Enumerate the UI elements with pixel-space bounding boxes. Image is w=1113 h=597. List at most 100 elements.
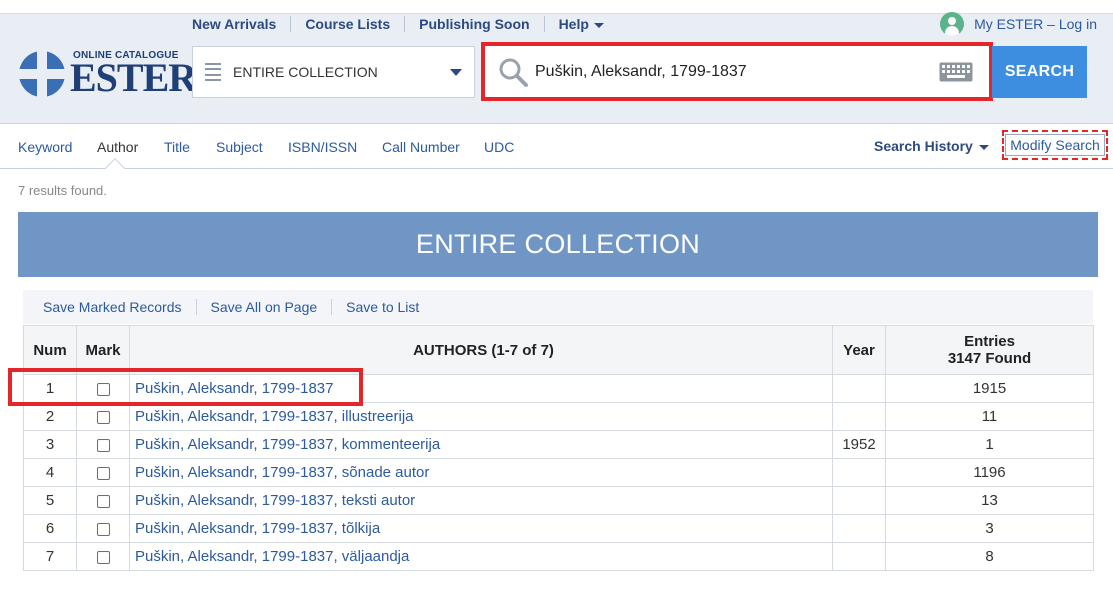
entries-found-count: 3147 Found <box>947 350 1032 367</box>
entries-cell: 11 <box>885 402 1094 431</box>
tab-title[interactable]: Title <box>164 139 190 155</box>
chevron-down-icon <box>450 68 462 76</box>
chevron-down-icon <box>593 22 604 28</box>
mark-cell <box>76 402 130 431</box>
mark-checkbox[interactable] <box>96 550 110 564</box>
logo-title: ESTER <box>70 55 197 100</box>
table-row: 4 Puškin, Aleksandr, 1799-1837, sõnade a… <box>23 458 1094 487</box>
mark-cell <box>76 542 130 571</box>
row-num: 3 <box>23 430 77 459</box>
col-authors-header[interactable]: AUTHORS (1-7 of 7) <box>129 325 833 375</box>
entries-cell: 1196 <box>885 458 1094 487</box>
entries-header-label: Entries <box>964 333 1015 350</box>
results-table: Num Mark AUTHORS (1-7 of 7) Year Entries… <box>23 325 1094 571</box>
nav-help-label: Help <box>558 16 589 32</box>
row-num: 6 <box>23 514 77 543</box>
globe-icon <box>19 49 65 99</box>
search-button[interactable]: SEARCH <box>992 46 1087 98</box>
author-cell: Puškin, Aleksandr, 1799-1837, sõnade aut… <box>129 458 833 487</box>
nav-new-arrivals[interactable]: New Arrivals <box>192 16 290 32</box>
list-icon <box>205 63 221 81</box>
mark-cell <box>76 458 130 487</box>
author-link[interactable]: Puškin, Aleksandr, 1799-1837, sõnade aut… <box>135 464 429 481</box>
row-num: 5 <box>23 486 77 515</box>
nav-help[interactable]: Help <box>543 16 618 32</box>
modify-search-button[interactable]: Modify Search <box>1005 134 1105 156</box>
tab-isbn-issn[interactable]: ISBN/ISSN <box>288 139 357 155</box>
table-row: 6 Puškin, Aleksandr, 1799-1837, tõlkija … <box>23 514 1094 543</box>
collection-scope-select[interactable]: ENTIRE COLLECTION <box>192 46 475 98</box>
results-actions: Save Marked Records Save All on Page Sav… <box>23 290 1093 324</box>
tab-udc[interactable]: UDC <box>484 139 514 155</box>
mark-checkbox[interactable] <box>96 382 110 396</box>
save-all-on-page-link[interactable]: Save All on Page <box>195 299 332 315</box>
account-link[interactable]: My ESTER – Log in <box>940 12 1097 36</box>
results-count: 7 results found. <box>18 183 107 198</box>
scope-value: ENTIRE COLLECTION <box>233 64 378 80</box>
mark-checkbox[interactable] <box>96 438 110 452</box>
nav-course-lists[interactable]: Course Lists <box>290 16 404 32</box>
col-mark-header: Mark <box>76 325 130 375</box>
row-num: 1 <box>23 374 77 403</box>
mark-checkbox[interactable] <box>96 494 110 508</box>
col-num-header[interactable]: Num <box>23 325 77 375</box>
mark-cell <box>76 514 130 543</box>
save-to-list-link[interactable]: Save to List <box>331 299 433 315</box>
keyboard-icon[interactable] <box>939 62 973 82</box>
author-cell: Puškin, Aleksandr, 1799-1837, teksti aut… <box>129 486 833 515</box>
year-cell <box>832 374 886 403</box>
mark-checkbox[interactable] <box>96 522 110 536</box>
mark-cell <box>76 430 130 459</box>
modify-search-highlight: Modify Search <box>1002 130 1108 160</box>
table-row: 2 Puškin, Aleksandr, 1799-1837, illustre… <box>23 402 1094 431</box>
author-cell: Puškin, Aleksandr, 1799-1837, kommenteer… <box>129 430 833 459</box>
author-cell: Puškin, Aleksandr, 1799-1837, väljaandja <box>129 542 833 571</box>
entries-cell: 13 <box>885 486 1094 515</box>
search-history-dropdown[interactable]: Search History <box>874 138 989 154</box>
table-row: 7 Puškin, Aleksandr, 1799-1837, väljaand… <box>23 542 1094 571</box>
table-row: 3 Puškin, Aleksandr, 1799-1837, kommente… <box>23 430 1094 459</box>
ester-logo[interactable]: ONLINE CATALOGUE ESTER <box>18 46 197 102</box>
mark-checkbox[interactable] <box>96 410 110 424</box>
year-cell <box>832 402 886 431</box>
entries-cell: 1915 <box>885 374 1094 403</box>
mark-checkbox[interactable] <box>96 466 110 480</box>
author-cell: Puškin, Aleksandr, 1799-1837, tõlkija <box>129 514 833 543</box>
search-icon <box>499 58 528 87</box>
collection-banner: ENTIRE COLLECTION <box>18 212 1098 277</box>
author-cell: Puškin, Aleksandr, 1799-1837 <box>129 374 833 403</box>
search-input[interactable]: Puškin, Aleksandr, 1799-1837 <box>481 42 993 101</box>
row-num: 2 <box>23 402 77 431</box>
save-marked-records-link[interactable]: Save Marked Records <box>43 299 196 315</box>
author-link[interactable]: Puškin, Aleksandr, 1799-1837 <box>135 380 333 397</box>
col-year-header[interactable]: Year <box>832 325 886 375</box>
tab-subject[interactable]: Subject <box>216 139 263 155</box>
entries-cell: 3 <box>885 514 1094 543</box>
col-entries-header[interactable]: Entries 3147 Found <box>885 325 1094 375</box>
year-cell <box>832 542 886 571</box>
author-link[interactable]: Puškin, Aleksandr, 1799-1837, illustreer… <box>135 408 414 425</box>
author-cell: Puškin, Aleksandr, 1799-1837, illustreer… <box>129 402 833 431</box>
search-query: Puškin, Aleksandr, 1799-1837 <box>535 62 747 80</box>
row-num: 7 <box>23 542 77 571</box>
year-cell <box>832 514 886 543</box>
tab-call-number[interactable]: Call Number <box>382 139 460 155</box>
table-header-row: Num Mark AUTHORS (1-7 of 7) Year Entries… <box>23 325 1094 375</box>
author-link[interactable]: Puškin, Aleksandr, 1799-1837, tõlkija <box>135 520 380 537</box>
author-link[interactable]: Puškin, Aleksandr, 1799-1837, väljaandja <box>135 548 409 565</box>
mark-cell <box>76 374 130 403</box>
author-link[interactable]: Puškin, Aleksandr, 1799-1837, kommenteer… <box>135 436 440 453</box>
search-history-label: Search History <box>874 138 973 154</box>
year-cell <box>832 458 886 487</box>
nav-publishing-soon[interactable]: Publishing Soon <box>404 16 543 32</box>
table-row: 1 Puškin, Aleksandr, 1799-1837 1915 <box>23 374 1094 403</box>
year-cell: 1952 <box>832 430 886 459</box>
user-icon <box>940 12 965 36</box>
author-link[interactable]: Puškin, Aleksandr, 1799-1837, teksti aut… <box>135 492 415 509</box>
table-row: 5 Puškin, Aleksandr, 1799-1837, teksti a… <box>23 486 1094 515</box>
top-navigation: New Arrivals Course Lists Publishing Soo… <box>192 16 618 32</box>
tab-keyword[interactable]: Keyword <box>18 139 72 155</box>
tab-author[interactable]: Author <box>97 139 138 155</box>
entries-cell: 1 <box>885 430 1094 459</box>
mark-cell <box>76 486 130 515</box>
